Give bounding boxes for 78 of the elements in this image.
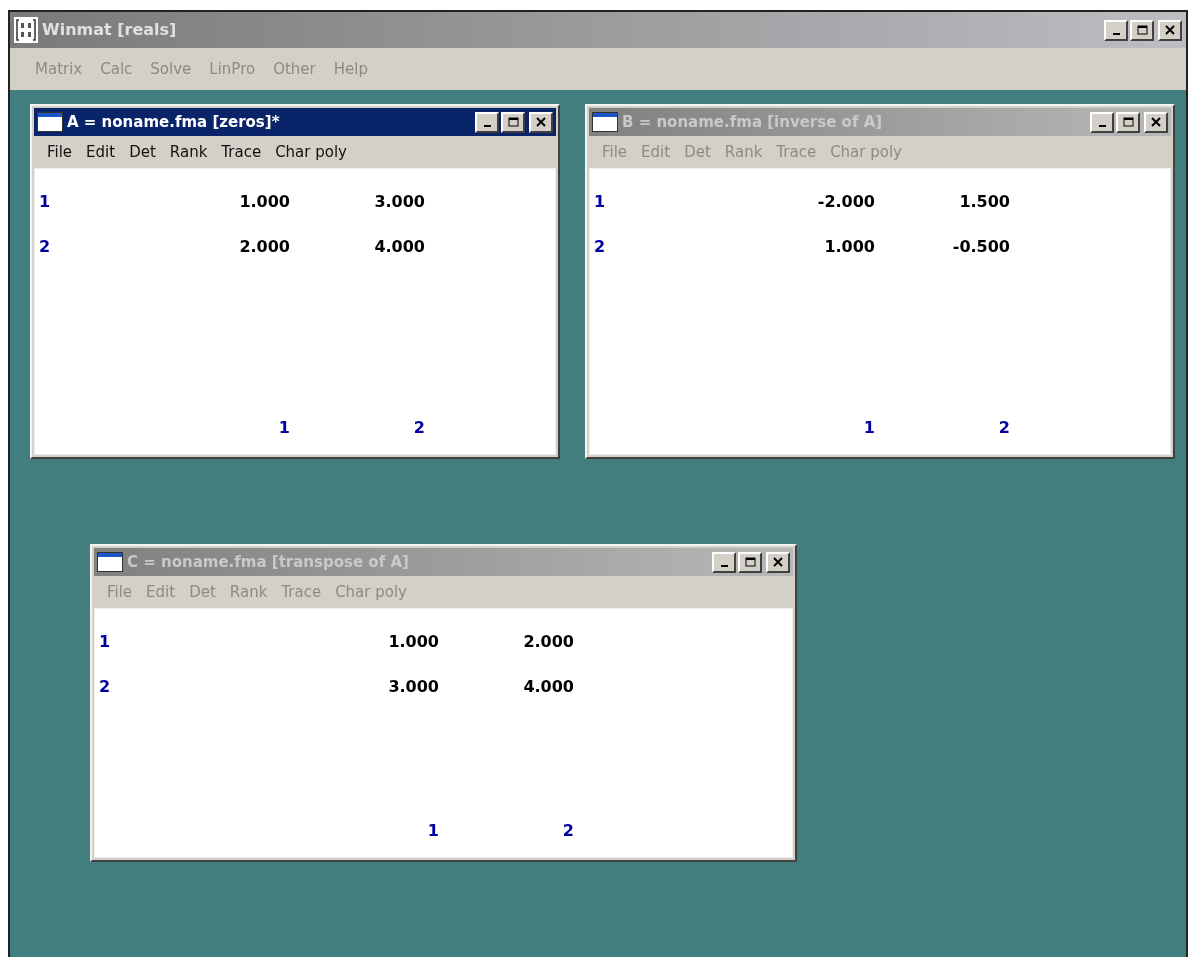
maximize-button[interactable] <box>1130 19 1154 41</box>
window-icon <box>592 112 618 132</box>
minimize-button[interactable] <box>1090 111 1114 133</box>
menu-item[interactable]: Trace <box>769 138 824 166</box>
menu-item[interactable]: Edit <box>634 138 678 166</box>
window-title: A = noname.fma [zeros]* <box>67 111 280 133</box>
minimize-button[interactable] <box>475 111 499 133</box>
column-label: 2 <box>412 417 425 439</box>
close-button[interactable] <box>1144 111 1168 133</box>
maximize-icon <box>1136 25 1148 35</box>
maximize-button[interactable] <box>738 551 762 573</box>
menu-item[interactable]: Matrix <box>28 55 90 83</box>
menu-item[interactable]: Det <box>677 138 718 166</box>
column-label: 1 <box>426 820 439 842</box>
menu-item[interactable]: Rank <box>162 138 215 166</box>
menu-item[interactable]: Other <box>266 55 323 83</box>
menu-item[interactable]: File <box>595 138 635 166</box>
menu-item[interactable]: File <box>100 578 140 606</box>
row-label: 1 <box>38 191 52 213</box>
matrix-cell-text: 2.000 <box>522 631 574 653</box>
minimize-button[interactable] <box>712 551 736 573</box>
matrix-cell-text: 2.000 <box>238 236 290 258</box>
close-button[interactable] <box>766 551 790 573</box>
close-button[interactable] <box>529 111 553 133</box>
menu-item[interactable]: Det <box>182 578 223 606</box>
menu-item[interactable]: Solve <box>143 55 199 83</box>
row-label: 2 <box>593 236 607 258</box>
menu-item[interactable]: Rank <box>222 578 275 606</box>
menu-item[interactable]: Trace <box>214 138 269 166</box>
row-label: 2 <box>38 236 52 258</box>
menu-item[interactable]: Det <box>122 138 163 166</box>
menu-item[interactable]: Char poly <box>268 138 354 166</box>
matrix-cell-text: -2.000 <box>816 191 875 213</box>
close-icon <box>1151 117 1161 127</box>
menu-item[interactable]: Calc <box>93 55 140 83</box>
matrix-cell-text: 4.000 <box>522 676 574 698</box>
close-icon <box>773 557 783 567</box>
close-icon <box>1165 25 1175 35</box>
close-button[interactable] <box>1158 19 1182 41</box>
minimize-icon <box>483 125 491 127</box>
column-label: 1 <box>277 417 290 439</box>
row-label: 1 <box>593 191 607 213</box>
menu-item[interactable]: Trace <box>274 578 329 606</box>
minimize-icon <box>1098 125 1106 127</box>
matrix-cell-text: 1.000 <box>387 631 439 653</box>
menu-item[interactable]: Char poly <box>823 138 909 166</box>
window-icon <box>37 112 63 132</box>
matrix-cell-text: 1.500 <box>958 191 1010 213</box>
minimize-icon <box>720 565 728 567</box>
minimize-button[interactable] <box>1104 19 1128 41</box>
column-label: 2 <box>997 417 1010 439</box>
menu-item[interactable]: Help <box>326 55 375 83</box>
matrix-cell-text: 3.000 <box>387 676 439 698</box>
menu-item[interactable]: File <box>40 138 80 166</box>
matrix-icon <box>14 17 38 43</box>
maximize-icon <box>744 557 756 567</box>
matrix-cell-text: -0.500 <box>951 236 1010 258</box>
menu-item[interactable]: Rank <box>717 138 770 166</box>
maximize-button[interactable] <box>1116 111 1140 133</box>
close-icon <box>536 117 546 127</box>
matrix-cell-text: 4.000 <box>373 236 425 258</box>
maximize-icon <box>1122 117 1134 127</box>
minimize-icon <box>1112 33 1120 35</box>
window-title: Winmat [reals] <box>42 19 177 41</box>
menu-item[interactable]: Char poly <box>328 578 414 606</box>
maximize-button[interactable] <box>501 111 525 133</box>
row-label: 1 <box>98 631 112 653</box>
maximize-icon <box>507 117 519 127</box>
menu-item[interactable]: LinPro <box>202 55 263 83</box>
column-label: 1 <box>862 417 875 439</box>
matrix-cell-text: 1.000 <box>823 236 875 258</box>
row-label: 2 <box>98 676 112 698</box>
matrix-cell-text: 3.000 <box>373 191 425 213</box>
window-icon <box>97 552 123 572</box>
menu-item[interactable]: Edit <box>79 138 123 166</box>
column-label: 2 <box>561 820 574 842</box>
matrix-cell-text: 1.000 <box>238 191 290 213</box>
menu-item[interactable]: Edit <box>139 578 183 606</box>
